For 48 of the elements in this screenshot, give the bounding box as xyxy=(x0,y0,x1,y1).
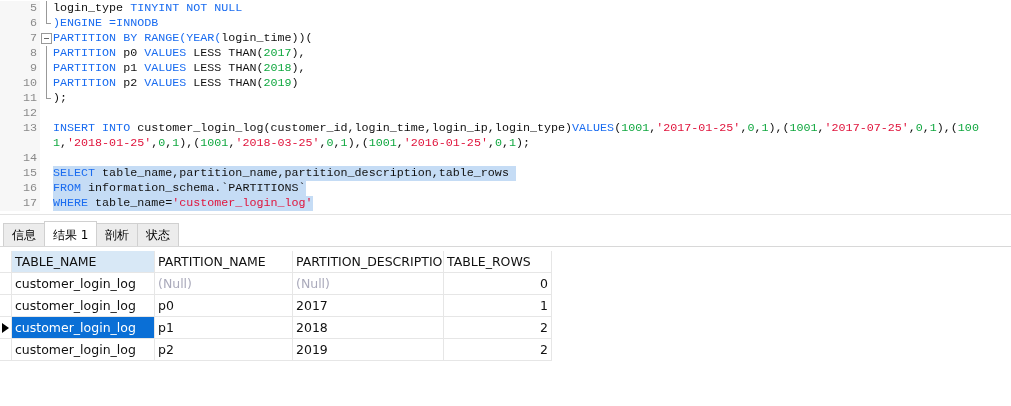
table-cell: (Null) xyxy=(293,273,444,295)
fold-guide xyxy=(46,1,47,16)
result-tab[interactable]: 状态 xyxy=(137,223,180,246)
table-cell: customer_login_log xyxy=(12,339,155,361)
fold-end xyxy=(46,16,51,24)
line-number: 8 xyxy=(0,46,40,61)
line-number: 11 xyxy=(0,91,40,106)
line-number: 10 xyxy=(0,76,40,91)
code-line: login_type TINYINT NOT NULL xyxy=(53,1,243,16)
fold-end xyxy=(46,91,51,99)
code-line: PARTITION p0 VALUES LESS THAN(2017), xyxy=(53,46,306,61)
line-number: 13 xyxy=(0,121,40,151)
table-cell: 2 xyxy=(444,317,552,339)
collapse-icon[interactable] xyxy=(41,33,52,44)
table-cell: (Null) xyxy=(155,273,293,295)
code-line: PARTITION BY RANGE(YEAR(login_time))( xyxy=(53,31,313,46)
column-header[interactable]: TABLE_NAME xyxy=(12,251,155,273)
line-number: 15 xyxy=(0,166,40,181)
table-cell: p1 xyxy=(155,317,293,339)
line-number: 5 xyxy=(0,1,40,16)
table-cell: 2 xyxy=(444,339,552,361)
table-cell: 2019 xyxy=(293,339,444,361)
code-line: PARTITION p2 VALUES LESS THAN(2019) xyxy=(53,76,299,91)
table-cell: customer_login_log xyxy=(12,317,155,339)
table-cell: 1 xyxy=(444,295,552,317)
column-header[interactable]: PARTITION_NAME xyxy=(155,251,293,273)
line-number: 9 xyxy=(0,61,40,76)
code-line: PARTITION p1 VALUES LESS THAN(2018), xyxy=(53,61,306,76)
code-line: INSERT INTO customer_login_log(customer_id,login_time,login_ip,login_type)VALUES(1001,'2017-01-25',0,1),(1001,'2017-07-25',0,1),(1001,'2018-01-25',0,1),(1001,'2018-03-25',0,1),(1001,'2016-01-25',0,1); xyxy=(53,121,980,151)
table-cell: p0 xyxy=(155,295,293,317)
line-number: 17 xyxy=(0,196,40,211)
line-number: 7 xyxy=(0,31,40,46)
result-tab[interactable]: 信息 xyxy=(3,223,45,246)
code-line: ); xyxy=(53,91,68,106)
code-line: )ENGINE =INNODB xyxy=(53,16,159,31)
table-cell: 2018 xyxy=(293,317,444,339)
table-cell: 0 xyxy=(444,273,552,295)
line-number: 16 xyxy=(0,181,40,196)
column-header[interactable]: TABLE_ROWS xyxy=(444,251,552,273)
line-number: 12 xyxy=(0,106,40,121)
row-pointer-icon xyxy=(2,323,9,333)
result-tab[interactable]: 剖析 xyxy=(96,223,139,246)
line-number: 14 xyxy=(0,151,40,166)
line-number: 6 xyxy=(0,16,40,31)
table-cell: 2017 xyxy=(293,295,444,317)
column-header[interactable]: PARTITION_DESCRIPTIO xyxy=(293,251,444,273)
table-cell: customer_login_log xyxy=(12,273,155,295)
table-cell: p2 xyxy=(155,339,293,361)
